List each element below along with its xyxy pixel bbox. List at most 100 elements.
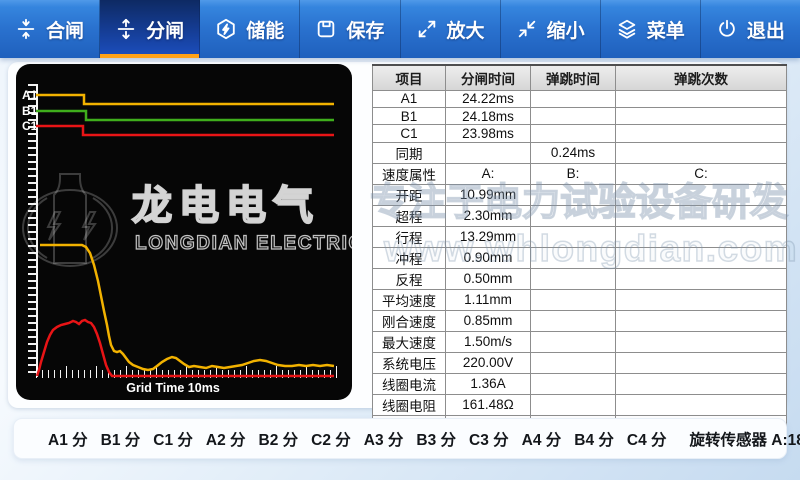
cell-value-3 (616, 394, 787, 415)
energy-storage-icon (215, 18, 237, 40)
status-item: A3 分 (364, 428, 404, 450)
open-switch-icon (115, 18, 137, 40)
col-header-item: 项目 (373, 65, 446, 90)
exit-power-icon (716, 18, 738, 40)
cell-value-3 (616, 268, 787, 289)
table-row: 最大速度 1.50m/s (373, 331, 787, 352)
zoom-out-button[interactable]: 缩小 (501, 0, 601, 58)
cell-value-2 (531, 90, 616, 107)
table-row: B1 24.18ms (373, 107, 787, 124)
status-item: 旋转传感器 A:188.4 (690, 428, 800, 450)
table-row: 线圈电流 1.36A (373, 373, 787, 394)
travel-curve (40, 245, 334, 370)
cell-value-3 (616, 125, 787, 142)
cell-item-label: 行程 (373, 226, 446, 247)
cell-value-2 (531, 247, 616, 268)
table-row: 超程 2.30mm (373, 205, 787, 226)
cell-value-1: 1.11mm (446, 289, 531, 310)
cell-value-1: 23.98ms (446, 125, 531, 142)
toolbar: 合闸 分闸 储能 保存 放大 缩小 菜单 (0, 0, 800, 58)
status-item: A2 分 (206, 428, 246, 450)
menu-icon (616, 18, 638, 40)
cell-value-1: 0.90mm (446, 247, 531, 268)
trace-a1 (36, 95, 334, 104)
cell-value-1: 24.22ms (446, 90, 531, 107)
status-item: A1 分 (48, 428, 88, 450)
open-switch-button[interactable]: 分闸 (100, 0, 200, 58)
trace-label-b1: B1 (22, 105, 37, 117)
cell-value-3 (616, 142, 787, 163)
save-label: 保存 (346, 16, 384, 43)
cell-value-3 (616, 205, 787, 226)
cell-value-2 (531, 184, 616, 205)
zoom-in-label: 放大 (447, 16, 485, 43)
cell-value-2: 0.24ms (531, 142, 616, 163)
status-item: B2 分 (259, 428, 299, 450)
exit-button[interactable]: 退出 (701, 0, 800, 58)
save-button[interactable]: 保存 (300, 0, 400, 58)
cell-value-2 (531, 310, 616, 331)
cell-value-2: B: (531, 163, 616, 184)
zoom-in-button[interactable]: 放大 (401, 0, 501, 58)
status-item: C2 分 (311, 428, 351, 450)
cell-value-2 (531, 107, 616, 124)
cell-value-1: A: (446, 163, 531, 184)
table-row: 反程 0.50mm (373, 268, 787, 289)
cell-value-2 (531, 268, 616, 289)
zoom-out-label: 缩小 (547, 16, 585, 43)
col-header-bounce-count: 弹跳次数 (616, 65, 787, 90)
exit-label: 退出 (747, 16, 785, 43)
cell-value-1: 1.50m/s (446, 331, 531, 352)
trace-label-c1: C1 (22, 120, 37, 132)
cell-item-label: C1 (373, 125, 446, 142)
status-bar: A1 分 B1 分 C1 分 A2 分 B2 分 C2 分 A3 分 B3 分 … (13, 418, 787, 459)
status-item: C4 分 (627, 428, 667, 450)
close-switch-button[interactable]: 合闸 (0, 0, 100, 58)
cell-value-1: 10.99mm (446, 184, 531, 205)
waveform-traces (16, 64, 352, 400)
cell-item-label: 刚合速度 (373, 310, 446, 331)
cell-value-1: 220.00V (446, 352, 531, 373)
cell-value-3 (616, 310, 787, 331)
cell-item-label: 冲程 (373, 247, 446, 268)
cell-item-label: 平均速度 (373, 289, 446, 310)
col-header-open-time: 分闸时间 (446, 65, 531, 90)
cell-item-label: B1 (373, 107, 446, 124)
cell-item-label: 线圈电阻 (373, 394, 446, 415)
cell-value-1: 0.50mm (446, 268, 531, 289)
cell-value-3 (616, 373, 787, 394)
open-switch-label: 分闸 (146, 16, 184, 43)
results-table: 项目 分闸时间 弹跳时间 弹跳次数 A1 24.22ms B1 24.18ms … (372, 64, 787, 437)
cell-value-3 (616, 331, 787, 352)
cell-value-3 (616, 352, 787, 373)
waveform-panel: 龙电电气 LONGDIAN ELECTRIC A1 B1 C1 Grid Tim… (16, 64, 352, 400)
cell-value-2 (531, 125, 616, 142)
cell-value-1: 1.36A (446, 373, 531, 394)
cell-value-2 (531, 373, 616, 394)
cell-value-3 (616, 247, 787, 268)
trace-c1 (36, 126, 334, 135)
col-header-bounce-time: 弹跳时间 (531, 65, 616, 90)
cell-value-1: 161.48Ω (446, 394, 531, 415)
cell-value-2 (531, 352, 616, 373)
table-row: 同期 0.24ms (373, 142, 787, 163)
status-item: B3 分 (416, 428, 456, 450)
zoom-out-icon (516, 18, 538, 40)
energy-storage-button[interactable]: 储能 (200, 0, 300, 58)
close-switch-label: 合闸 (46, 16, 84, 43)
table-row: C1 23.98ms (373, 125, 787, 142)
cell-value-3 (616, 184, 787, 205)
status-item: C3 分 (469, 428, 509, 450)
grid-time-label: Grid Time 10ms (73, 381, 273, 395)
cell-value-3 (616, 226, 787, 247)
cell-value-1: 2.30mm (446, 205, 531, 226)
status-item: C1 分 (153, 428, 193, 450)
cell-value-2 (531, 289, 616, 310)
current-curve (37, 320, 334, 376)
menu-button[interactable]: 菜单 (601, 0, 701, 58)
menu-label: 菜单 (647, 16, 685, 43)
zoom-in-icon (416, 18, 438, 40)
cell-item-label: 系统电压 (373, 352, 446, 373)
table-row: 开距 10.99mm (373, 184, 787, 205)
cell-item-label: 最大速度 (373, 331, 446, 352)
